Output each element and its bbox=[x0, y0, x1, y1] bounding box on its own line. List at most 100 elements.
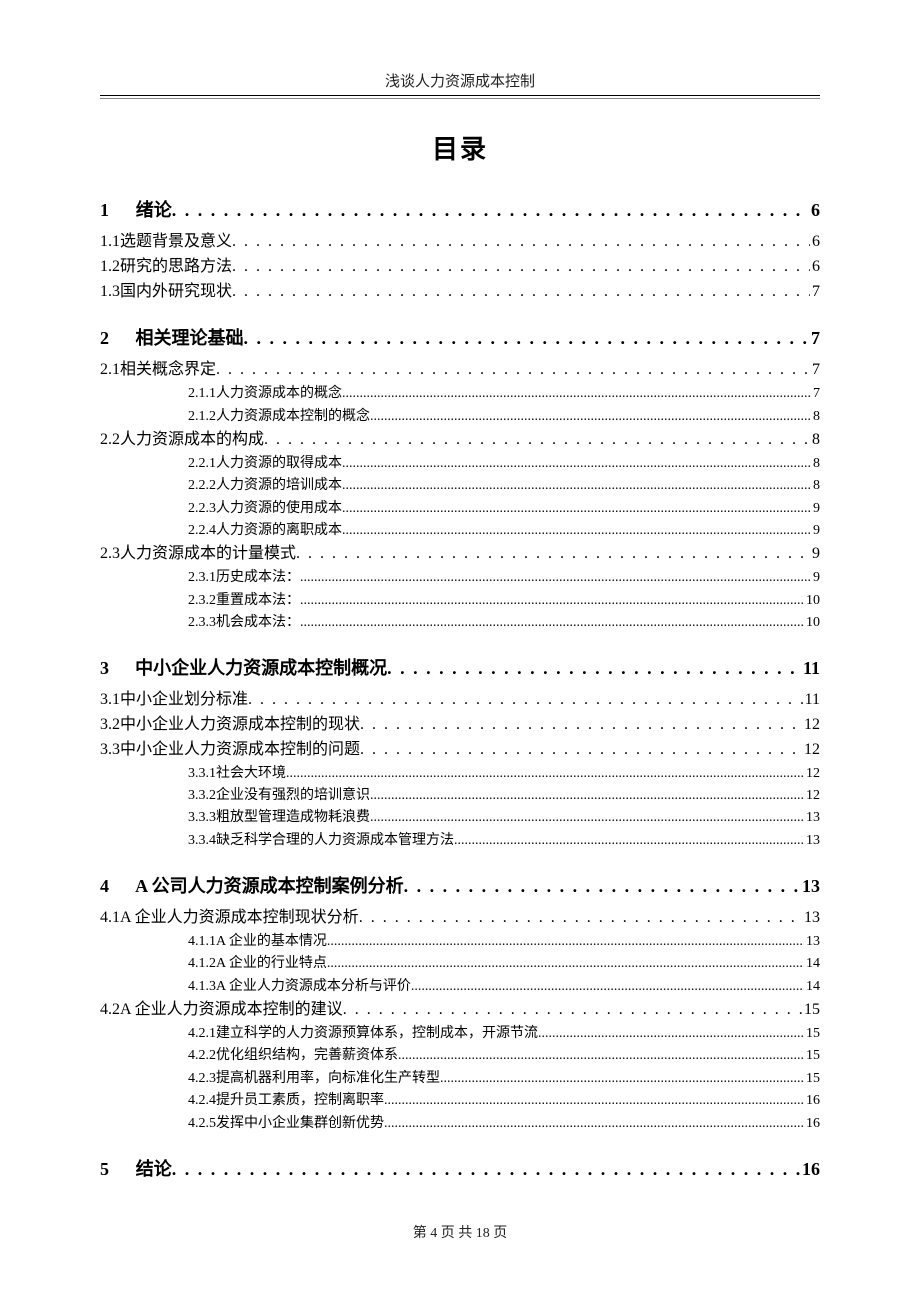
toc-entry[interactable]: 4 A 公司人力资源成本控制案例分析13 bbox=[100, 872, 820, 898]
toc-entry-page: 16 bbox=[800, 1159, 820, 1180]
toc-entry-label: A 公司人力资源成本控制案例分析 bbox=[135, 872, 404, 898]
page-footer: 第 4 页 共 18 页 bbox=[0, 1222, 920, 1242]
toc-leader-dots bbox=[387, 658, 801, 679]
toc-entry[interactable]: 4.2.2 优化组织结构，完善薪资体系15 bbox=[100, 1045, 820, 1067]
toc-entry-label: 提升员工素质，控制离职率 bbox=[216, 1090, 384, 1112]
toc-entry[interactable]: 2.1 相关概念界定 7 bbox=[100, 358, 820, 383]
toc-entry[interactable]: 4.2.1 建立科学的人力资源预算体系，控制成本，开源节流15 bbox=[100, 1023, 820, 1045]
toc-entry-label: 建立科学的人力资源预算体系，控制成本，开源节流 bbox=[216, 1023, 538, 1045]
toc-entry-number: 3 bbox=[100, 658, 134, 679]
toc-entry-page: 7 bbox=[811, 383, 820, 405]
toc-entry-page: 8 bbox=[811, 453, 820, 475]
toc-entry[interactable]: 2.2.1 人力资源的取得成本8 bbox=[100, 453, 820, 475]
toc-entry-page: 7 bbox=[810, 358, 820, 383]
toc-leader-dots bbox=[342, 453, 811, 475]
toc-entry-page: 10 bbox=[804, 612, 820, 634]
toc-entry[interactable]: 3.3.4 缺乏科学合理的人力资源成本管理方法13 bbox=[100, 830, 820, 852]
toc-entry[interactable]: 3.2中小企业人力资源成本控制的现状12 bbox=[100, 713, 820, 738]
toc-entry-number: 1 bbox=[100, 200, 134, 221]
running-head: 浅谈人力资源成本控制 bbox=[100, 70, 820, 91]
toc-leader-dots bbox=[384, 1113, 804, 1135]
toc-entry[interactable]: 2.1.1 人力资源成本的概念7 bbox=[100, 383, 820, 405]
toc-entry[interactable]: 4.1.2 A 企业的行业特点14 bbox=[100, 953, 820, 975]
toc-leader-dots bbox=[286, 763, 804, 785]
toc-entry-number: 4.1.3 bbox=[188, 976, 216, 998]
toc-entry[interactable]: 5 结论16 bbox=[100, 1155, 820, 1181]
toc-entry-label: 发挥中小企业集群创新优势 bbox=[216, 1113, 384, 1135]
toc-entry-number: 2.3 bbox=[100, 542, 120, 567]
toc-entry-label: A 企业的行业特点 bbox=[216, 953, 327, 975]
toc-entry-page: 6 bbox=[809, 200, 820, 221]
toc-entry[interactable]: 1.3国内外研究现状7 bbox=[100, 280, 820, 305]
toc-entry-page: 12 bbox=[802, 713, 820, 738]
toc-entry[interactable]: 2.2.3 人力资源的使用成本9 bbox=[100, 498, 820, 520]
toc-entry[interactable]: 4.2.3 提高机器利用率，向标准化生产转型15 bbox=[100, 1068, 820, 1090]
toc-entry[interactable]: 2.2 人力资源成本的构成8 bbox=[100, 428, 820, 453]
toc-entry-number: 2.2.1 bbox=[188, 453, 216, 475]
toc-entry-number: 2.1 bbox=[100, 358, 120, 383]
toc-entry[interactable]: 4.2.4 提升员工素质，控制离职率16 bbox=[100, 1090, 820, 1112]
toc-entry[interactable]: 3.3.2 企业没有强烈的培训意识12 bbox=[100, 785, 820, 807]
toc-entry[interactable]: 1 绪论6 bbox=[100, 196, 820, 222]
toc-entry[interactable]: 1.2 研究的思路方法6 bbox=[100, 255, 820, 280]
toc-entry-number: 3.3.1 bbox=[188, 763, 216, 785]
toc-entry[interactable]: 1.1 选题背景及意义6 bbox=[100, 230, 820, 255]
toc-leader-dots bbox=[327, 953, 804, 975]
toc-entry[interactable]: 3.3中小企业人力资源成本控制的问题12 bbox=[100, 738, 820, 763]
toc-entry[interactable]: 4.2 A 企业人力资源成本控制的建议15 bbox=[100, 998, 820, 1023]
toc-leader-dots bbox=[411, 976, 804, 998]
toc-entry-page: 7 bbox=[810, 280, 820, 305]
toc-entry-number: 4.2.2 bbox=[188, 1045, 216, 1067]
toc-entry-page: 12 bbox=[804, 763, 820, 785]
toc-entry[interactable]: 2.3 人力资源成本的计量模式9 bbox=[100, 542, 820, 567]
toc-entry-page: 9 bbox=[811, 498, 820, 520]
toc-entry-number: 3.3.3 bbox=[188, 807, 216, 829]
toc-leader-dots bbox=[264, 428, 810, 453]
toc-entry[interactable]: 3.3.1 社会大环境12 bbox=[100, 763, 820, 785]
toc-entry[interactable]: 2.3.2 重置成本法：10 bbox=[100, 590, 820, 612]
toc-entry[interactable]: 2.2.4 人力资源的离职成本9 bbox=[100, 520, 820, 542]
toc-entry-label: 相关概念界定 bbox=[120, 358, 216, 383]
toc-entry[interactable]: 2.1.2 人力资源成本控制的概念8 bbox=[100, 406, 820, 428]
toc-entry[interactable]: 3.1 中小企业划分标准11 bbox=[100, 688, 820, 713]
toc-leader-dots bbox=[398, 1045, 804, 1067]
toc-entry-page: 13 bbox=[802, 906, 820, 931]
toc-entry-label: A 企业人力资源成本控制现状分析 bbox=[120, 906, 359, 931]
toc-leader-dots bbox=[342, 520, 811, 542]
toc-leader-dots bbox=[300, 590, 804, 612]
toc-leader-dots bbox=[360, 713, 802, 738]
toc-entry[interactable]: 4.1 A 企业人力资源成本控制现状分析13 bbox=[100, 906, 820, 931]
toc-entry-number: 2.3.3 bbox=[188, 612, 216, 634]
header-rule-thin bbox=[100, 98, 820, 99]
toc-entry[interactable]: 4.2.5 发挥中小企业集群创新优势16 bbox=[100, 1113, 820, 1135]
toc-leader-dots bbox=[172, 200, 809, 221]
toc-entry[interactable]: 2 相关理论基础7 bbox=[100, 324, 820, 350]
toc-entry-label: 国内外研究现状 bbox=[120, 280, 232, 305]
toc-entry[interactable]: 2.3.3 机会成本法：10 bbox=[100, 612, 820, 634]
toc-entry[interactable]: 2.2.2 人力资源的培训成本8 bbox=[100, 475, 820, 497]
toc-entry-page: 13 bbox=[800, 876, 820, 897]
toc-leader-dots bbox=[300, 612, 804, 634]
toc-entry-label: 中小企业人力资源成本控制的问题 bbox=[120, 738, 360, 763]
toc-entry[interactable]: 4.1.3 A 企业人力资源成本分析与评价14 bbox=[100, 976, 820, 998]
toc-leader-dots bbox=[342, 383, 811, 405]
toc-leader-dots bbox=[244, 328, 809, 349]
toc-entry-label: 中小企业人力资源成本控制的现状 bbox=[120, 713, 360, 738]
toc-leader-dots bbox=[538, 1023, 804, 1045]
toc-entry-page: 13 bbox=[804, 830, 820, 852]
toc-entry-page: 9 bbox=[811, 567, 820, 589]
toc-entry-page: 15 bbox=[804, 1068, 820, 1090]
toc-entry[interactable]: 3.3.3 粗放型管理造成物耗浪费13 bbox=[100, 807, 820, 829]
toc-entry-number: 2.3.1 bbox=[188, 567, 216, 589]
toc-leader-dots bbox=[172, 1159, 800, 1180]
toc-entry-number: 4.2.1 bbox=[188, 1023, 216, 1045]
toc-entry-page: 11 bbox=[803, 688, 820, 713]
toc-entry[interactable]: 3 中小企业人力资源成本控制概况11 bbox=[100, 654, 820, 680]
toc-entry[interactable]: 2.3.1 历史成本法：9 bbox=[100, 567, 820, 589]
toc-leader-dots bbox=[360, 738, 802, 763]
toc-entry-number: 2.2.4 bbox=[188, 520, 216, 542]
toc-entry-label: 结论 bbox=[136, 1155, 172, 1181]
toc-entry[interactable]: 4.1.1 A 企业的基本情况13 bbox=[100, 931, 820, 953]
toc-leader-dots bbox=[232, 230, 810, 255]
toc-entry-number: 4.2.4 bbox=[188, 1090, 216, 1112]
